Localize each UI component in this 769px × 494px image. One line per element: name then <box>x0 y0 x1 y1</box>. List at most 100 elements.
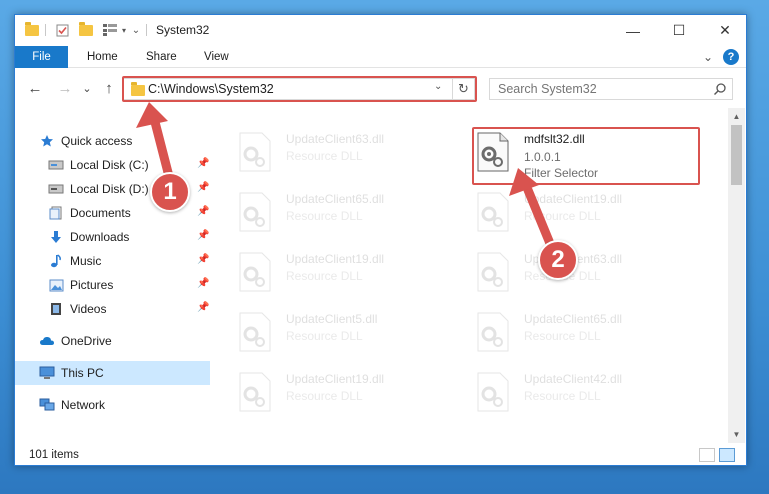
dll-file-icon <box>477 372 509 412</box>
file-type: Resource DLL <box>286 209 363 223</box>
address-row: ← → ⌄ ↑ C:\Windows\System32 ⌄ ↻ <box>15 68 746 108</box>
minimize-button[interactable]: — <box>610 15 656 46</box>
sidebar-item-this-pc[interactable]: This PC <box>15 361 210 385</box>
file-type: Resource DLL <box>286 149 363 163</box>
pin-icon[interactable]: 📌 <box>197 230 209 241</box>
sidebar-item-label: Network <box>61 398 106 412</box>
music-icon <box>48 254 64 268</box>
download-icon <box>48 230 64 244</box>
sidebar-item-label: Videos <box>70 302 107 316</box>
sidebar-item-downloads[interactable]: Downloads 📌 <box>15 225 210 249</box>
pin-icon[interactable]: 📌 <box>197 158 209 169</box>
properties-icon[interactable] <box>53 21 71 39</box>
file-type: Resource DLL <box>286 389 363 403</box>
scrollbar-thumb[interactable] <box>731 125 742 185</box>
sidebar-item-network[interactable]: Network <box>15 393 210 417</box>
window-title: System32 <box>156 23 210 37</box>
qa-dropdown-icon[interactable]: ▾ <box>119 21 129 39</box>
sidebar-item-music[interactable]: Music 📌 <box>15 249 210 273</box>
search-icon[interactable] <box>713 82 727 96</box>
sidebar-item-label: Music <box>70 254 102 268</box>
dll-file-icon <box>239 192 271 232</box>
scroll-down-arrow-icon[interactable]: ▼ <box>728 426 745 443</box>
search-input[interactable] <box>490 79 710 99</box>
file-name: UpdateClient42.dll <box>524 372 623 386</box>
file-name: UpdateClient19.dll <box>286 372 385 386</box>
sidebar-item-quick-access[interactable]: Quick access <box>15 129 210 153</box>
dll-file-icon <box>477 192 509 232</box>
title-bar: ▾ ⌄ System32 — ☐ ✕ <box>15 15 746 46</box>
drive-icon <box>48 158 64 172</box>
sidebar-item-label: Pictures <box>70 278 114 292</box>
status-bar: 101 items <box>15 443 746 465</box>
navigation-pane: Quick access Local Disk (C:) 📌 Local Dis… <box>15 108 210 443</box>
ribbon-collapse-icon[interactable]: ⌄ <box>701 49 715 65</box>
file-name: UpdateClient63.dll <box>286 132 385 146</box>
file-name: UpdateClient19.dll <box>286 252 385 266</box>
sidebar-item-pictures[interactable]: Pictures 📌 <box>15 273 210 297</box>
forward-button[interactable]: → <box>55 80 75 98</box>
file-item[interactable]: UpdateClient65.dll Resource DLL <box>476 308 706 356</box>
dll-file-icon <box>477 252 509 292</box>
drive-icon <box>48 182 64 196</box>
tab-share[interactable]: Share <box>146 46 177 68</box>
ribbon-tabs: File Home Share View ⌄ ? <box>15 46 746 94</box>
large-icons-view-icon[interactable] <box>719 448 735 462</box>
file-item[interactable]: UpdateClient5.dll Resource DLL <box>238 308 468 356</box>
pin-icon[interactable]: 📌 <box>197 302 209 313</box>
up-button[interactable]: ↑ <box>99 80 119 98</box>
file-type: Resource DLL <box>524 209 601 223</box>
details-view-icon[interactable] <box>699 448 715 462</box>
vertical-scrollbar[interactable]: ▲ ▼ <box>728 108 745 443</box>
dll-file-icon <box>239 252 271 292</box>
file-highlight-box <box>472 127 700 185</box>
tab-home[interactable]: Home <box>87 46 118 68</box>
monitor-icon <box>39 366 55 380</box>
file-item[interactable]: UpdateClient19.dll Resource DLL <box>238 248 468 296</box>
video-icon <box>48 302 64 316</box>
sidebar-item-local-disk-c[interactable]: Local Disk (C:) 📌 <box>15 153 210 177</box>
recent-locations-button[interactable]: ⌄ <box>77 80 97 98</box>
file-item[interactable]: UpdateClient19.dll Resource DLL <box>238 368 468 416</box>
folder-icon <box>23 21 41 39</box>
sidebar-item-onedrive[interactable]: OneDrive <box>15 329 210 353</box>
item-count: 101 items <box>29 449 79 461</box>
sidebar-item-label: Documents <box>70 206 131 220</box>
new-folder-icon[interactable] <box>77 21 95 39</box>
dll-file-icon <box>239 312 271 352</box>
customize-icon[interactable] <box>101 21 119 39</box>
pin-icon[interactable]: 📌 <box>197 182 209 193</box>
sidebar-item-videos[interactable]: Videos 📌 <box>15 297 210 321</box>
chevron-down-icon[interactable]: ⌄ <box>131 21 141 39</box>
sidebar-item-label: Local Disk (C:) <box>70 158 149 172</box>
file-list: UpdateClient63.dll Resource DLL UpdateCl… <box>210 108 728 443</box>
pin-icon[interactable]: 📌 <box>197 278 209 289</box>
close-button[interactable]: ✕ <box>702 15 746 46</box>
star-icon <box>39 134 55 148</box>
file-item[interactable]: UpdateClient65.dll Resource DLL <box>238 188 468 236</box>
back-button[interactable]: ← <box>25 80 45 98</box>
file-item[interactable]: UpdateClient19.dll Resource DLL <box>476 188 706 236</box>
file-name: UpdateClient65.dll <box>286 192 385 206</box>
file-type: Resource DLL <box>286 329 363 343</box>
file-item[interactable]: UpdateClient63.dll Resource DLL <box>238 128 468 176</box>
documents-icon <box>48 206 64 220</box>
file-type: Resource DLL <box>524 389 601 403</box>
pin-icon[interactable]: 📌 <box>197 254 209 265</box>
search-box[interactable] <box>489 78 733 100</box>
maximize-button[interactable]: ☐ <box>656 15 702 46</box>
help-icon[interactable]: ? <box>723 49 739 65</box>
sidebar-item-label: OneDrive <box>61 334 112 348</box>
file-type: Resource DLL <box>524 329 601 343</box>
tab-view[interactable]: View <box>204 46 229 68</box>
dll-file-icon <box>477 312 509 352</box>
scroll-up-arrow-icon[interactable]: ▲ <box>728 108 745 125</box>
file-item[interactable]: UpdateClient63.dll Resource DLL <box>476 248 706 296</box>
explorer-window: ▾ ⌄ System32 — ☐ ✕ File Home Share View … <box>14 14 747 466</box>
network-icon <box>39 398 55 412</box>
file-name: UpdateClient65.dll <box>524 312 623 326</box>
separator <box>146 24 147 36</box>
sidebar-item-label: Local Disk (D:) <box>70 182 149 196</box>
pin-icon[interactable]: 📌 <box>197 206 209 217</box>
file-item[interactable]: UpdateClient42.dll Resource DLL <box>476 368 706 416</box>
